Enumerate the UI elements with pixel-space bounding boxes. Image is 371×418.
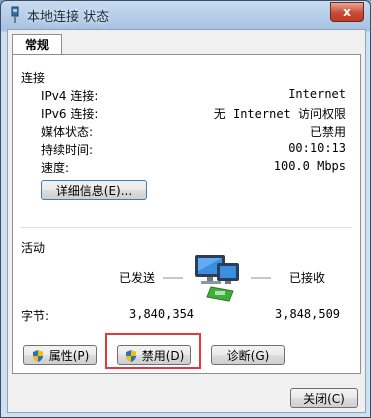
network-computer-icon xyxy=(195,255,239,302)
properties-button-label: 属性(P) xyxy=(48,349,90,363)
sent-label: 已发送 xyxy=(119,271,156,285)
network-connection-icon xyxy=(11,6,19,23)
duration-value: 00:10:13 xyxy=(288,141,346,155)
uac-shield-icon xyxy=(32,350,43,362)
ipv6-label: IPv6 连接: xyxy=(41,107,99,121)
bytes-received-value: 3,848,509 xyxy=(275,307,341,321)
window-close-button[interactable]: x xyxy=(330,2,364,22)
status-dialog: 本地连接 状态 x 常规 连接 IPv4 连接: Internet IPv6 连… xyxy=(0,0,371,418)
title-bar[interactable]: 本地连接 状态 x xyxy=(1,1,370,29)
ipv6-value: 无 Internet 访问权限 xyxy=(213,107,346,121)
properties-button[interactable]: 属性(P) xyxy=(23,345,97,365)
received-label: 已接收 xyxy=(289,271,326,285)
sent-line xyxy=(163,277,183,279)
details-button[interactable]: 详细信息(E)... xyxy=(41,180,147,200)
ipv4-label: IPv4 连接: xyxy=(41,89,99,103)
media-status-value: 已禁用 xyxy=(309,125,346,139)
speed-label: 速度: xyxy=(41,161,70,175)
speed-value: 100.0 Mbps xyxy=(273,159,346,173)
received-line xyxy=(251,277,271,279)
diagnose-button[interactable]: 诊断(G) xyxy=(211,345,285,365)
bytes-sent-value: 3,840,354 xyxy=(129,307,195,321)
window-title: 本地连接 状态 xyxy=(27,10,110,25)
highlight-frame xyxy=(105,333,201,369)
ipv4-value: Internet xyxy=(288,87,346,101)
tab-general[interactable]: 常规 xyxy=(12,34,62,55)
section-divider xyxy=(21,227,352,228)
bytes-label: 字节: xyxy=(21,309,50,323)
tab-panel-general: 连接 IPv4 连接: Internet IPv6 连接: 无 Internet… xyxy=(12,54,361,374)
activity-section-label: 活动 xyxy=(21,241,46,255)
close-button[interactable]: 关闭(C) xyxy=(290,388,358,408)
media-status-label: 媒体状态: xyxy=(41,125,94,139)
connection-section-label: 连接 xyxy=(21,71,46,85)
duration-label: 持续时间: xyxy=(41,143,94,157)
